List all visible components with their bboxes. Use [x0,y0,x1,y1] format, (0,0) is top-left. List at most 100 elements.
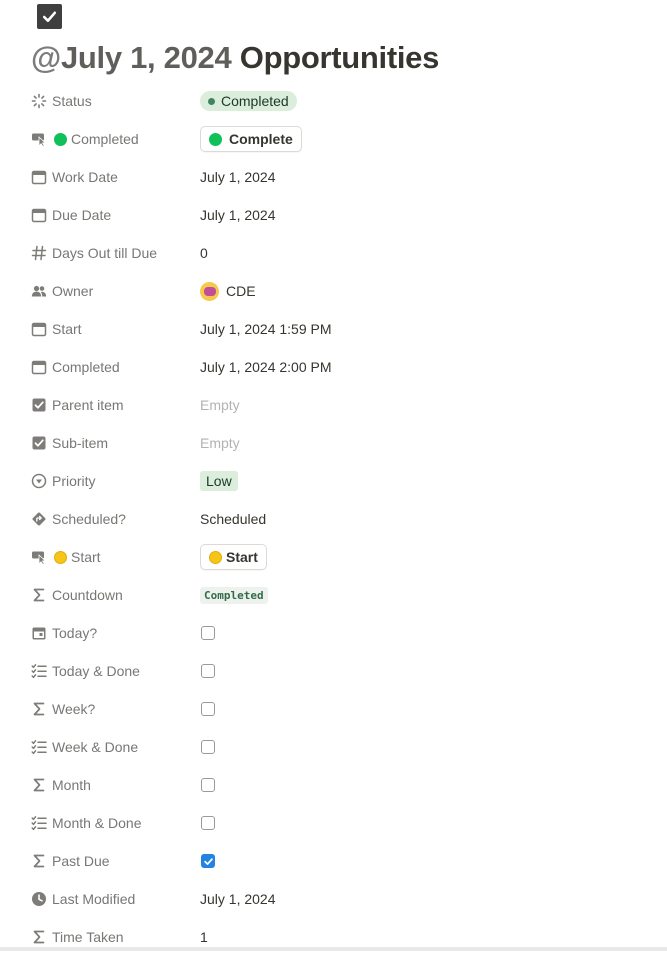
property-name[interactable]: Parent item [31,386,124,424]
property-name[interactable]: Start [31,538,101,576]
property-value[interactable]: Start [200,538,267,576]
property-row-days-out-till-due: Days Out till Due 0 [0,234,667,272]
property-row-week: Week? [0,690,667,728]
status-icon [31,93,47,109]
property-value-text: July 1, 2024 [200,207,276,223]
property-value[interactable]: July 1, 2024 [200,158,276,196]
property-label: Status [52,93,92,109]
property-name[interactable]: Week & Done [31,728,138,766]
property-name[interactable]: Priority [31,462,96,500]
property-name[interactable]: Owner [31,272,93,310]
property-name[interactable]: Completed [31,120,139,158]
checkbox[interactable] [201,664,215,678]
property-name[interactable]: Today & Done [31,652,140,690]
property-row-completed: Completed Complete [0,120,667,158]
formula-code-value: Completed [200,586,268,604]
empty-placeholder: Empty [200,435,240,451]
properties-list: Status Completed Completed Complete Work Dat… [0,82,667,956]
property-label: Completed [71,131,139,147]
property-value[interactable]: Empty [200,386,240,424]
property-row-month-done: Month & Done [0,804,667,842]
property-label: Days Out till Due [52,245,158,261]
property-label: Week & Done [52,739,139,755]
owner-name: CDE [226,283,256,299]
property-label: Sub-item [52,435,109,451]
property-name[interactable]: Month [31,766,91,804]
checklist-icon [31,739,47,755]
property-value[interactable]: Completed [200,82,297,120]
checkbox[interactable] [201,740,215,754]
property-row-start: Start July 1, 2024 1:59 PM [0,310,667,348]
property-value[interactable] [200,804,215,842]
page-checkbox-icon[interactable] [37,4,62,29]
button-cursor-icon [31,549,47,565]
property-value[interactable] [200,652,215,690]
checkbox[interactable] [201,816,215,830]
priority-tag[interactable]: Low [200,471,238,491]
property-value[interactable]: Empty [200,424,240,462]
status-badge[interactable]: Completed [200,91,297,111]
property-value[interactable]: CDE [200,272,256,310]
property-name[interactable]: Today? [31,614,97,652]
checkbox[interactable] [201,778,215,792]
property-label: Countdown [52,587,123,603]
property-name[interactable]: Scheduled? [31,500,126,538]
property-name[interactable]: Week? [31,690,95,728]
property-value[interactable]: Low [200,462,238,500]
property-value[interactable]: July 1, 2024 [200,196,276,234]
property-value[interactable]: Scheduled [200,500,266,538]
property-value[interactable]: 0 [200,234,208,272]
start-button[interactable]: Start [200,544,267,570]
hash-icon [31,245,47,261]
calendar-icon [31,359,47,375]
property-name[interactable]: Last Modified [31,880,135,918]
property-name[interactable]: Due Date [31,196,111,234]
calendar-icon [31,207,47,223]
property-value[interactable] [200,842,215,880]
property-value-text: July 1, 2024 [200,169,276,185]
property-value[interactable]: Complete [200,120,302,158]
checkbox[interactable] [201,854,215,868]
checkbox[interactable] [201,702,215,716]
property-value[interactable] [200,690,215,728]
property-name[interactable]: Sub-item [31,424,108,462]
property-value[interactable] [200,766,215,804]
property-row-today: Today? [0,614,667,652]
property-value[interactable] [200,728,215,766]
property-name[interactable]: Status [31,82,92,120]
calendar-icon [31,321,47,337]
property-name[interactable]: Countdown [31,576,123,614]
title-text: Opportunities [239,40,440,75]
property-name[interactable]: Days Out till Due [31,234,157,272]
sigma-icon [31,587,47,603]
avatar [200,281,219,301]
property-name[interactable]: Work Date [31,158,118,196]
button-label: Complete [229,131,293,147]
checkbox[interactable] [201,626,215,640]
property-value[interactable]: July 1, 2024 [200,880,276,918]
title-date-mention[interactable]: July 1, 2024 [61,40,232,75]
property-name[interactable]: Completed [31,348,120,386]
select-icon [31,473,47,489]
property-label: Start [52,321,82,337]
property-value[interactable]: July 1, 2024 2:00 PM [200,348,332,386]
property-value[interactable] [200,614,215,652]
property-name[interactable]: Month & Done [31,804,142,842]
owner-person[interactable]: CDE [200,281,256,301]
people-icon [31,283,47,299]
page-title[interactable]: @July 1, 2024 Opportunities [31,40,439,76]
property-name[interactable]: Past Due [31,842,110,880]
property-label: Week? [52,701,96,717]
checklist-icon [31,815,47,831]
checkbox-icon [31,397,47,413]
property-value[interactable]: July 1, 2024 1:59 PM [200,310,332,348]
diamond-arrow-icon [31,511,47,527]
property-value[interactable]: Completed [200,576,268,614]
checkbox-icon [31,435,47,451]
property-name[interactable]: Start [31,310,82,348]
property-value-text: July 1, 2024 [200,891,276,907]
property-row-owner: Owner CDE [0,272,667,310]
complete-button[interactable]: Complete [200,126,302,152]
sigma-icon [31,929,47,945]
calendar-icon [31,169,47,185]
